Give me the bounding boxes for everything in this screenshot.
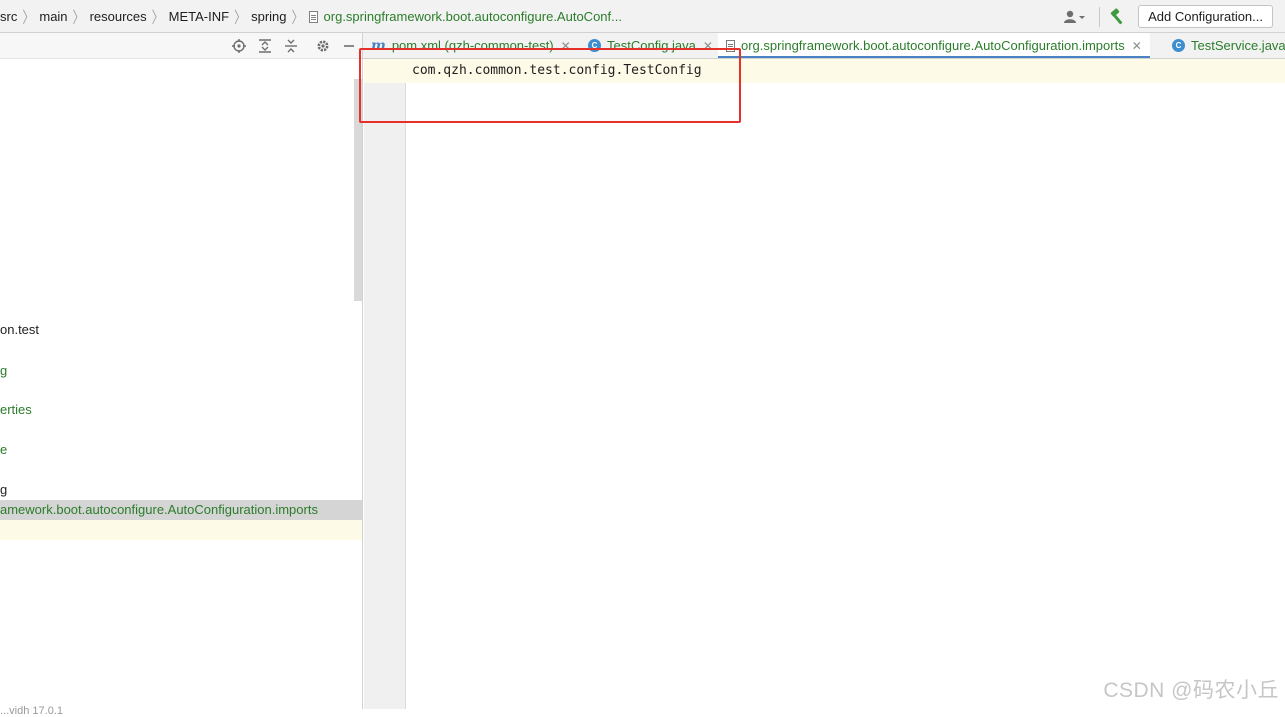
tree-item-label: on.test: [0, 322, 40, 337]
minimize-icon[interactable]: [340, 37, 358, 55]
tree-item-label: g: [0, 363, 8, 378]
locate-icon[interactable]: [230, 37, 248, 55]
project-panel: on.test g erties e g amework.boot.autoco…: [0, 33, 363, 717]
project-panel-toolbar: [0, 33, 362, 59]
status-version-text: ...vidh 17.0.1: [0, 705, 63, 717]
close-icon[interactable]: ✕: [1132, 39, 1142, 53]
tree-item-label: amework.boot.autoconfigure.AutoConfigura…: [0, 502, 318, 517]
add-configuration-button[interactable]: Add Configuration...: [1138, 5, 1273, 28]
breadcrumb-resources[interactable]: resources: [90, 9, 147, 24]
breadcrumb-main[interactable]: main: [39, 9, 67, 24]
toolbar-divider: [1099, 6, 1101, 27]
collapse-all-icon[interactable]: [282, 37, 300, 55]
tree-item[interactable]: on.test: [0, 320, 362, 340]
editor-gutter: [364, 59, 406, 709]
breadcrumb-spring[interactable]: spring: [251, 9, 286, 24]
tree-caret-row: [0, 520, 362, 540]
breadcrumb-meta-inf[interactable]: META-INF: [169, 9, 229, 24]
watermark: CSDN @码农小丘: [1103, 679, 1279, 702]
expand-all-icon[interactable]: [256, 37, 274, 55]
tree-item-label: g: [0, 482, 8, 497]
tab-test-service[interactable]: C TestService.java: [1172, 33, 1285, 58]
tree-item[interactable]: g: [0, 361, 362, 381]
user-icon[interactable]: [1061, 7, 1089, 27]
tab-label: TestService.java: [1191, 38, 1285, 53]
tab-auto-configuration-imports[interactable]: org.springframework.boot.autoconfigure.A…: [718, 33, 1150, 58]
tree-item-selected[interactable]: amework.boot.autoconfigure.AutoConfigura…: [0, 500, 362, 520]
annotation-highlight-box: [359, 48, 741, 123]
file-icon: [308, 10, 318, 23]
tree-item[interactable]: g: [0, 480, 362, 500]
tab-label: org.springframework.boot.autoconfigure.A…: [741, 38, 1125, 53]
class-icon: C: [1172, 39, 1185, 52]
breadcrumb-separator-icon: 〉: [151, 8, 164, 27]
tree-item[interactable]: e: [0, 440, 362, 460]
gear-icon[interactable]: [314, 37, 332, 55]
breadcrumb-separator-icon: 〉: [234, 8, 247, 27]
tree-item-label: erties: [0, 402, 32, 417]
navigation-bar: src 〉 main 〉 resources 〉 META-INF 〉 spri…: [0, 0, 1285, 33]
tree-item-label: e: [0, 442, 8, 457]
breadcrumb-separator-icon: 〉: [72, 8, 85, 27]
breadcrumb-separator-icon: 〉: [291, 8, 304, 27]
breadcrumb-src[interactable]: src: [0, 9, 17, 24]
code-editor[interactable]: com.qzh.common.test.config.TestConfig: [406, 59, 1285, 709]
tree-item[interactable]: erties: [0, 400, 362, 420]
hammer-icon[interactable]: [1108, 7, 1128, 27]
breadcrumb-current-file[interactable]: org.springframework.boot.autoconfigure.A…: [324, 9, 622, 24]
breadcrumb-separator-icon: 〉: [22, 8, 35, 27]
breadcrumb: src 〉 main 〉 resources 〉 META-INF 〉 spri…: [0, 0, 622, 33]
